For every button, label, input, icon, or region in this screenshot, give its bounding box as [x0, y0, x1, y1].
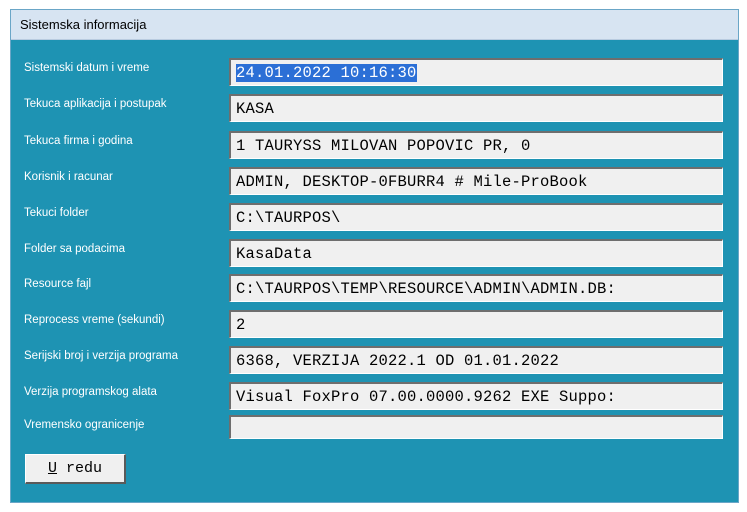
- field-data-folder[interactable]: KasaData: [229, 239, 723, 267]
- row-time-limit: Vremensko ogranicenje: [11, 415, 740, 447]
- window-title: Sistemska informacija: [20, 17, 147, 32]
- row-data-folder: Folder sa podacima KasaData: [11, 239, 740, 271]
- row-current-app: Tekuca aplikacija i postupak KASA: [11, 94, 740, 126]
- field-user-computer[interactable]: ADMIN, DESKTOP-0FBURR4 # Mile-ProBook: [229, 167, 723, 195]
- row-user-computer: Korisnik i racunar ADMIN, DESKTOP-0FBURR…: [11, 167, 740, 199]
- label-system-datetime: Sistemski datum i vreme: [24, 62, 150, 74]
- field-serial-version[interactable]: 6368, VERZIJA 2022.1 OD 01.01.2022: [229, 346, 723, 374]
- field-tool-version[interactable]: Visual FoxPro 07.00.0000.9262 EXE Suppo:: [229, 382, 723, 410]
- label-company-year: Tekuca firma i godina: [24, 135, 133, 147]
- row-serial-version: Serijski broj i verzija programa 6368, V…: [11, 346, 740, 378]
- field-system-datetime[interactable]: 24.01.2022 10:16:30: [229, 58, 723, 86]
- field-company-year[interactable]: 1 TAURYSS MILOVAN POPOVIC PR, 0: [229, 131, 723, 159]
- field-current-folder[interactable]: C:\TAURPOS\: [229, 203, 723, 231]
- row-current-folder: Tekuci folder C:\TAURPOS\: [11, 203, 740, 235]
- field-current-app[interactable]: KASA: [229, 94, 723, 122]
- row-reprocess-time: Reprocess vreme (sekundi) 2: [11, 310, 740, 342]
- label-reprocess-time: Reprocess vreme (sekundi): [24, 314, 165, 326]
- label-current-app: Tekuca aplikacija i postupak: [24, 98, 167, 110]
- field-time-limit[interactable]: [229, 415, 723, 439]
- label-data-folder: Folder sa podacima: [24, 243, 125, 255]
- field-resource-file[interactable]: C:\TAURPOS\TEMP\RESOURCE\ADMIN\ADMIN.DB:: [229, 274, 723, 302]
- title-bar: Sistemska informacija: [11, 10, 738, 40]
- row-system-datetime: Sistemski datum i vreme 24.01.2022 10:16…: [11, 58, 740, 90]
- row-tool-version: Verzija programskog alata Visual FoxPro …: [11, 382, 740, 414]
- label-serial-version: Serijski broj i verzija programa: [24, 350, 179, 362]
- field-system-datetime-value: 24.01.2022 10:16:30: [236, 64, 417, 82]
- label-resource-file: Resource fajl: [24, 278, 92, 290]
- row-company-year: Tekuca firma i godina 1 TAURYSS MILOVAN …: [11, 131, 740, 163]
- ok-button-mnemonic: U: [47, 460, 57, 477]
- field-reprocess-time[interactable]: 2: [229, 310, 723, 338]
- ok-button-label: redu: [57, 460, 103, 477]
- label-time-limit: Vremensko ogranicenje: [24, 419, 145, 431]
- row-resource-file: Resource fajl C:\TAURPOS\TEMP\RESOURCE\A…: [11, 274, 740, 306]
- label-user-computer: Korisnik i racunar: [24, 171, 113, 183]
- ok-button[interactable]: U redu: [25, 454, 126, 484]
- label-tool-version: Verzija programskog alata: [24, 386, 157, 398]
- label-current-folder: Tekuci folder: [24, 207, 89, 219]
- system-info-dialog: Sistemska informacija Sistemski datum i …: [10, 9, 739, 503]
